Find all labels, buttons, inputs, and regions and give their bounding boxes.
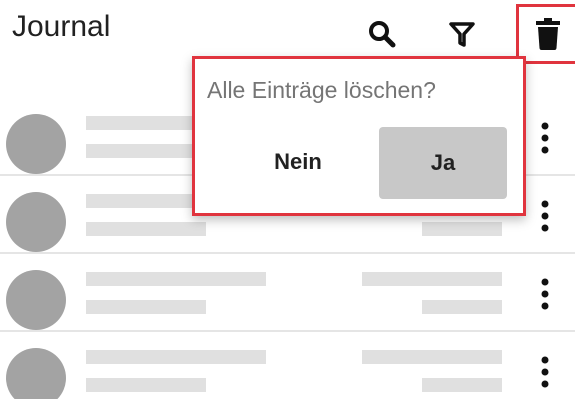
placeholder-line xyxy=(86,378,206,392)
page-title: Journal xyxy=(12,10,111,43)
placeholder-line xyxy=(362,272,502,286)
avatar xyxy=(6,270,66,330)
list-item[interactable] xyxy=(0,334,575,399)
avatar xyxy=(6,348,66,399)
cancel-button[interactable]: Nein xyxy=(233,129,363,195)
divider xyxy=(0,252,575,254)
more-button[interactable] xyxy=(530,274,560,314)
delete-all-button[interactable] xyxy=(516,4,575,64)
search-icon xyxy=(369,21,396,48)
delete-confirm-popover: Alle Einträge löschen? Nein Ja xyxy=(192,56,526,216)
more-vert-icon xyxy=(541,200,549,232)
more-vert-icon xyxy=(541,356,549,388)
more-vert-icon xyxy=(541,122,549,154)
placeholder-line xyxy=(86,144,206,158)
confirm-question: Alle Einträge löschen? xyxy=(207,77,436,103)
placeholder-line xyxy=(86,272,266,286)
placeholder-line xyxy=(422,300,502,314)
journal-screen: Journal Alle Einträge löschen? Nein Ja xyxy=(0,0,575,399)
confirm-button[interactable]: Ja xyxy=(379,127,507,199)
more-button[interactable] xyxy=(530,352,560,392)
more-vert-icon xyxy=(541,278,549,310)
divider xyxy=(0,330,575,332)
search-button[interactable] xyxy=(360,12,404,56)
placeholder-line xyxy=(86,300,206,314)
avatar xyxy=(6,114,66,174)
placeholder-line xyxy=(86,222,206,236)
more-button[interactable] xyxy=(530,196,560,236)
filter-button[interactable] xyxy=(440,12,484,56)
placeholder-line xyxy=(86,350,266,364)
placeholder-line xyxy=(422,222,502,236)
placeholder-line xyxy=(422,378,502,392)
list-item[interactable] xyxy=(0,256,575,332)
placeholder-line xyxy=(362,350,502,364)
trash-icon xyxy=(535,18,560,50)
filter-icon xyxy=(449,22,475,47)
more-button[interactable] xyxy=(530,118,560,158)
avatar xyxy=(6,192,66,252)
